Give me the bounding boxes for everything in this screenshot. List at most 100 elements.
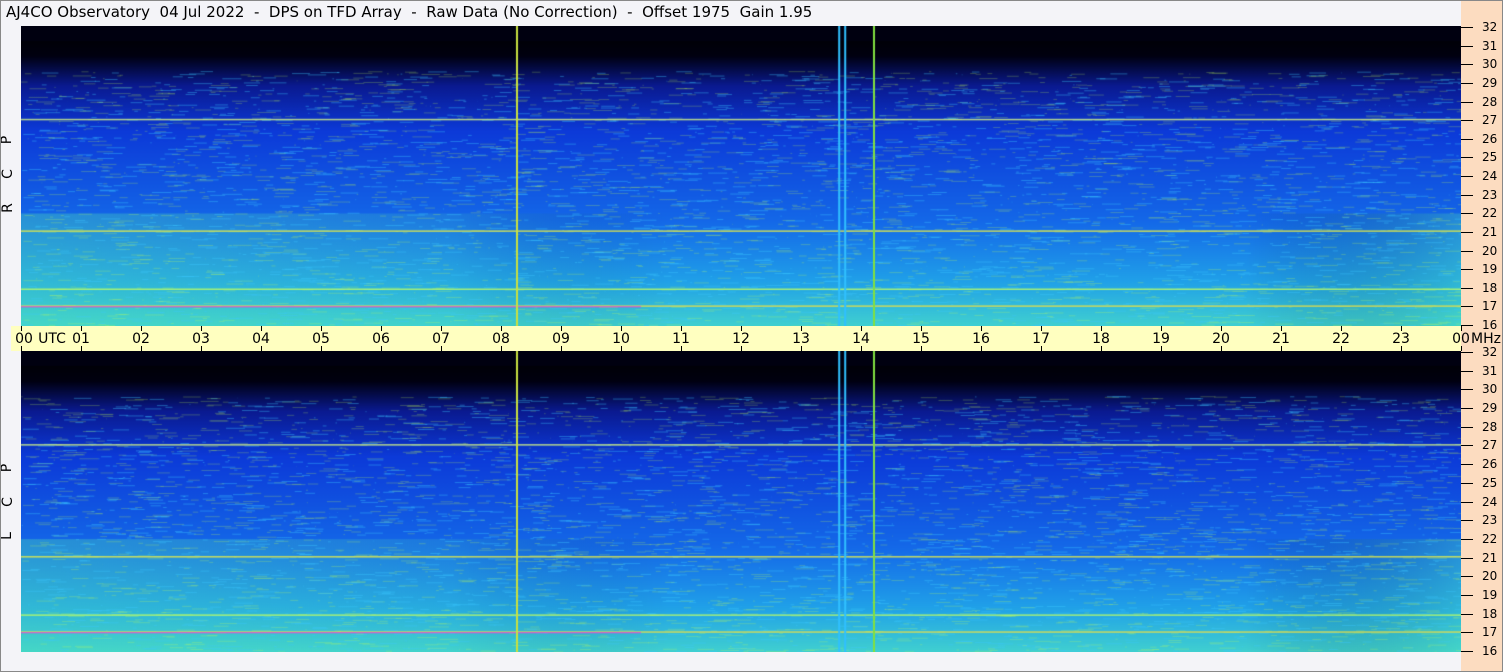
- freq-tick: [1461, 408, 1473, 409]
- time-tick-label: 13: [792, 331, 810, 347]
- freq-tick-label: 30: [1482, 57, 1497, 71]
- freq-tick-label: 17: [1482, 299, 1497, 313]
- freq-tick: [1461, 576, 1473, 577]
- freq-tick: [1461, 483, 1473, 484]
- time-tick-label: 02: [132, 331, 150, 347]
- freq-tick: [1461, 176, 1473, 177]
- freq-tick: [1461, 120, 1473, 121]
- freq-tick: [1461, 389, 1473, 390]
- freq-tick-label: 22: [1482, 532, 1497, 546]
- freq-tick-label: 19: [1482, 262, 1497, 276]
- freq-tick: [1461, 632, 1473, 633]
- freq-tick: [1461, 427, 1473, 428]
- time-tick-label: 05: [312, 331, 330, 347]
- time-tick-label: 01: [72, 331, 90, 347]
- freq-tick-label: 23: [1482, 513, 1497, 527]
- freq-tick: [1461, 46, 1473, 47]
- time-tick-label: 19: [1152, 331, 1170, 347]
- time-tick-label: 07: [432, 331, 450, 347]
- time-tick-label: 20: [1212, 331, 1230, 347]
- time-tick-label: 09: [552, 331, 570, 347]
- freq-tick-label: 21: [1482, 225, 1497, 239]
- freq-tick-label: 18: [1482, 607, 1497, 621]
- utc-label: UTC: [38, 331, 66, 347]
- freq-tick-label: 32: [1482, 20, 1497, 34]
- freq-tick: [1461, 102, 1473, 103]
- freq-tick-label: 32: [1482, 345, 1497, 359]
- freq-tick-label: 25: [1482, 476, 1497, 490]
- polarization-letter: R: [0, 203, 16, 213]
- freq-tick-label: 17: [1482, 625, 1497, 639]
- freq-tick-label: 16: [1482, 318, 1497, 332]
- freq-tick: [1461, 651, 1473, 652]
- freq-tick-label: 26: [1482, 132, 1497, 146]
- time-tick-label: 15: [912, 331, 930, 347]
- freq-tick-label: 22: [1482, 206, 1497, 220]
- freq-tick: [1461, 213, 1473, 214]
- lcp-spectrogram: [21, 351, 1461, 652]
- freq-tick: [1461, 352, 1473, 353]
- polarization-letter: C: [0, 169, 16, 179]
- time-tick-label: 18: [1092, 331, 1110, 347]
- time-tick-label: 04: [252, 331, 270, 347]
- freq-tick: [1461, 157, 1473, 158]
- freq-tick-label: 18: [1482, 281, 1497, 295]
- freq-tick: [1461, 371, 1473, 372]
- freq-tick: [1461, 195, 1473, 196]
- polarization-letter: P: [0, 136, 15, 144]
- freq-tick-label: 21: [1482, 551, 1497, 565]
- freq-tick-label: 23: [1482, 188, 1497, 202]
- chart-title: AJ4CO Observatory 04 Jul 2022 - DPS on T…: [6, 3, 812, 21]
- time-tick-label: 22: [1332, 331, 1350, 347]
- freq-tick-label: 29: [1482, 401, 1497, 415]
- freq-tick: [1461, 614, 1473, 615]
- freq-tick: [1461, 288, 1473, 289]
- freq-tick: [1461, 539, 1473, 540]
- time-tick-label: 21: [1272, 331, 1290, 347]
- time-tick-label: 23: [1392, 331, 1410, 347]
- freq-tick-label: 26: [1482, 457, 1497, 471]
- freq-tick-label: 20: [1482, 569, 1497, 583]
- time-tick-label: 06: [372, 331, 390, 347]
- freq-tick-label: 20: [1482, 244, 1497, 258]
- freq-tick-label: 31: [1482, 364, 1497, 378]
- freq-tick: [1461, 520, 1473, 521]
- rcp-spectrogram: [21, 26, 1461, 326]
- time-tick-label: 16: [972, 331, 990, 347]
- freq-tick: [1461, 445, 1473, 446]
- freq-tick-label: 28: [1482, 95, 1497, 109]
- freq-tick-label: 24: [1482, 169, 1497, 183]
- freq-tick: [1461, 139, 1473, 140]
- polarization-letter: L: [0, 532, 15, 540]
- freq-tick: [1461, 595, 1473, 596]
- freq-tick-label: 25: [1482, 150, 1497, 164]
- freq-tick-label: 24: [1482, 495, 1497, 509]
- freq-tick: [1461, 232, 1473, 233]
- time-tick-label: 11: [672, 331, 690, 347]
- freq-tick-label: 28: [1482, 420, 1497, 434]
- time-tick-label: 08: [492, 331, 510, 347]
- freq-tick: [1461, 64, 1473, 65]
- freq-tick: [1461, 325, 1473, 326]
- polarization-letter: P: [0, 464, 15, 472]
- time-tick-label: 17: [1032, 331, 1050, 347]
- freq-tick: [1461, 251, 1473, 252]
- freq-tick: [1461, 464, 1473, 465]
- freq-tick-label: 31: [1482, 39, 1497, 53]
- freq-tick-label: 16: [1482, 644, 1497, 658]
- time-tick-label: 00: [15, 331, 33, 347]
- freq-tick-label: 27: [1482, 438, 1497, 452]
- freq-tick-label: 30: [1482, 382, 1497, 396]
- freq-tick: [1461, 502, 1473, 503]
- freq-tick: [1461, 306, 1473, 307]
- time-tick-label: 00: [1452, 331, 1470, 347]
- freq-tick-label: 27: [1482, 113, 1497, 127]
- time-tick-label: 03: [192, 331, 210, 347]
- freq-tick-label: 29: [1482, 76, 1497, 90]
- time-tick-label: 14: [852, 331, 870, 347]
- time-tick-label: 12: [732, 331, 750, 347]
- freq-tick: [1461, 558, 1473, 559]
- polarization-letter: C: [0, 497, 16, 507]
- freq-tick-label: 19: [1482, 588, 1497, 602]
- freq-tick: [1461, 83, 1473, 84]
